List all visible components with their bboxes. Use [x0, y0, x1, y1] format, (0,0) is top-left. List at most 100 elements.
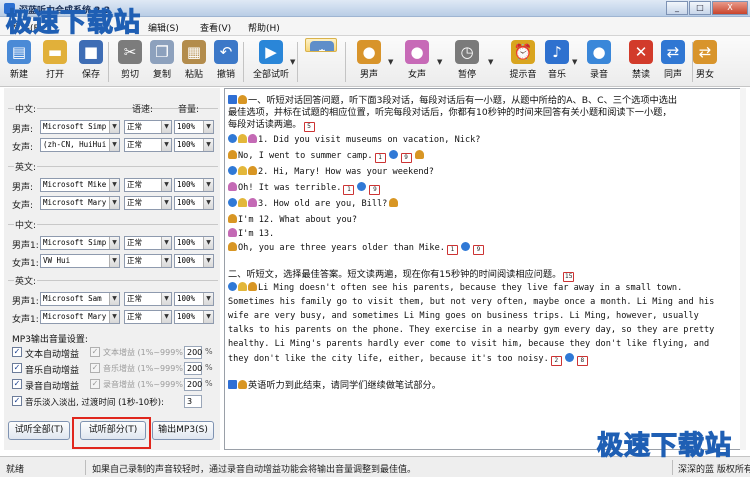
voice-select[interactable]: Microsoft Sam ▼	[40, 292, 120, 306]
voice-select[interactable]: Microsoft Mike ▼	[40, 178, 120, 192]
volume-select[interactable]: 100% ▼	[174, 178, 214, 192]
scissors-icon: ✂	[118, 40, 142, 64]
pause-marker-icon: 1	[374, 153, 386, 163]
female-voice-icon	[228, 228, 237, 237]
male-voice-icon	[389, 198, 399, 207]
volume-select[interactable]: 100% ▼	[174, 236, 214, 250]
chevron-down-icon: ▼	[161, 121, 171, 133]
window-controls: _ □ X	[666, 1, 748, 15]
voice-select[interactable]: Microsoft Mary ▼	[40, 310, 120, 324]
toolbar-microphone-button[interactable]: ● 录音	[583, 38, 615, 84]
chevron-down-icon[interactable]: ▼	[290, 58, 295, 66]
voice-select[interactable]: Microsoft Simp ▼	[40, 120, 120, 134]
volume-select[interactable]: 100% ▼	[174, 310, 214, 324]
speed-select[interactable]: 正常 ▼	[124, 254, 172, 268]
script-editor[interactable]: 一、听短对话回答问题，听下面3段对话，每段对话后有一小题，从题中所给的A、B、C…	[224, 88, 742, 450]
preview-all-button[interactable]: 试听全部(T)	[8, 421, 70, 440]
voice-row-label: 女声:	[12, 143, 34, 153]
toolbar-same-voice-button[interactable]: ⇄ 同声	[657, 38, 689, 84]
watermark-logo: 极速下载站	[5, 7, 142, 38]
chevron-down-icon: ▼	[109, 197, 119, 209]
script-line: 2. Hi, Mary! How was your weekend?	[228, 166, 434, 177]
voice-select[interactable]: Microsoft Mary ▼	[40, 196, 120, 210]
script-line: Oh, you are three years older than Mike.…	[228, 242, 485, 255]
chevron-down-icon[interactable]: ▼	[488, 58, 493, 66]
voice-select[interactable]: Microsoft Simp ▼	[40, 236, 120, 250]
gain-checkbox: ✓	[90, 347, 100, 357]
volume-select[interactable]: 100% ▼	[174, 138, 214, 152]
toolbar-female-voice-button[interactable]: ● 女声	[401, 38, 433, 84]
script-line-text: Oh, you are three years older than Mike.	[238, 243, 445, 253]
script-line-text: 每段对话读两遍。	[228, 119, 302, 130]
menu-view[interactable]: 查看(V)	[200, 21, 231, 34]
volume-select[interactable]: 100% ▼	[174, 254, 214, 268]
pause-marker-icon: 9	[472, 245, 484, 255]
speed-select[interactable]: 正常 ▼	[124, 310, 172, 324]
chevron-down-icon[interactable]: ▼	[437, 58, 442, 66]
editor-scrollbar[interactable]	[740, 88, 746, 450]
speed-select[interactable]: 正常 ▼	[124, 178, 172, 192]
toolbar-paste-button[interactable]: ▦ 粘贴	[178, 38, 210, 84]
menu-help[interactable]: 帮助(H)	[248, 21, 280, 34]
toolbar-copy-button[interactable]: ❐ 复制	[146, 38, 178, 84]
speed-select[interactable]: 正常 ▼	[124, 196, 172, 210]
toolbar-gear-button[interactable]: ⚙设置	[305, 38, 337, 52]
maximize-button[interactable]: □	[689, 1, 711, 15]
fade-time-input[interactable]: 3	[184, 395, 202, 408]
volume-select[interactable]: 100% ▼	[174, 292, 214, 306]
chevron-down-icon: ▼	[161, 255, 171, 267]
toolbar-open-folder-button[interactable]: ▬ 打开	[39, 38, 71, 84]
toolbar-pause-clock-button[interactable]: ◷ 暂停	[451, 38, 483, 84]
voice-select[interactable]: VW Hui ▼	[40, 254, 120, 268]
female-voice-icon	[228, 182, 237, 191]
save-disk-icon: ■	[79, 40, 103, 64]
chevron-down-icon[interactable]: ▼	[388, 58, 393, 66]
script-line: No, I went to summer camp. 1 9	[228, 150, 425, 163]
chevron-down-icon[interactable]: ▼	[572, 58, 577, 66]
gain-value-input[interactable]: 200	[184, 346, 202, 359]
export-mp3-button[interactable]: 输出MP3(S)	[152, 421, 214, 440]
speed-select[interactable]: 正常 ▼	[124, 292, 172, 306]
voice-settings-panel: 中文: 语速: 音量: 男声: Microsoft Simp ▼ 正常 ▼ 100% ▼ 女声: (z…	[4, 88, 220, 450]
speed-select[interactable]: 正常 ▼	[124, 138, 172, 152]
same-voice-icon	[228, 166, 237, 175]
minimize-button[interactable]: _	[666, 1, 688, 15]
close-button[interactable]: X	[712, 1, 748, 15]
toolbar-play-button[interactable]: ▶ 全部试听	[249, 38, 293, 84]
auto-gain-checkbox[interactable]: ✓	[12, 347, 22, 357]
toolbar-save-disk-button[interactable]: ■ 保存	[75, 38, 107, 84]
same-voice-icon	[357, 182, 367, 191]
fade-checkbox[interactable]: ✓	[12, 396, 22, 406]
volume-select-value: 100%	[177, 180, 196, 189]
script-line-text: 3. How old are you, Bill?	[258, 199, 388, 209]
toolbar-forbid-read-button[interactable]: ✕ 禁读	[625, 38, 657, 84]
gain-value-input[interactable]: 200	[184, 362, 202, 375]
auto-gain-checkbox[interactable]: ✓	[12, 379, 22, 389]
auto-gain-checkbox[interactable]: ✓	[12, 363, 22, 373]
volume-select[interactable]: 100% ▼	[174, 196, 214, 210]
toolbar-label: 男声	[359, 70, 378, 80]
same-voice-icon	[564, 353, 574, 362]
speed-select[interactable]: 正常 ▼	[124, 236, 172, 250]
toolbar-label: 录音	[589, 70, 608, 80]
pause-marker-icon: 2	[550, 356, 562, 366]
toolbar-music-note-button[interactable]: ♪ 音乐	[541, 38, 573, 84]
chevron-down-icon: ▼	[109, 139, 119, 151]
gain-value-input[interactable]: 200	[184, 378, 202, 391]
voice-select-value: Microsoft Simp	[43, 122, 107, 131]
toolbar-scissors-button[interactable]: ✂ 剪切	[114, 38, 146, 84]
voice-select[interactable]: (zh-CN, HuiHui ▼	[40, 138, 120, 152]
speed-select[interactable]: 正常 ▼	[124, 120, 172, 134]
volume-select[interactable]: 100% ▼	[174, 120, 214, 134]
chevron-down-icon: ▼	[109, 293, 119, 305]
toolbar-new-file-button[interactable]: ▤ 新建	[3, 38, 35, 84]
toolbar-male-female-button[interactable]: ⇄ 男女	[689, 38, 721, 84]
toolbar-alarm-button[interactable]: ⏰ 提示音	[501, 38, 545, 84]
voice-row-label: 男声:	[12, 125, 34, 135]
toolbar-undo-button[interactable]: ↶ 撤销	[210, 38, 242, 84]
script-line-text: wife are very busy, and sometimes Li Min…	[228, 311, 699, 321]
toolbar-male-voice-button[interactable]: ● 男声	[353, 38, 385, 84]
gear-icon: ⚙	[310, 41, 334, 51]
menu-edit[interactable]: 编辑(S)	[148, 21, 179, 34]
gain-label: 音乐增益 (1%~999%)	[103, 364, 187, 373]
